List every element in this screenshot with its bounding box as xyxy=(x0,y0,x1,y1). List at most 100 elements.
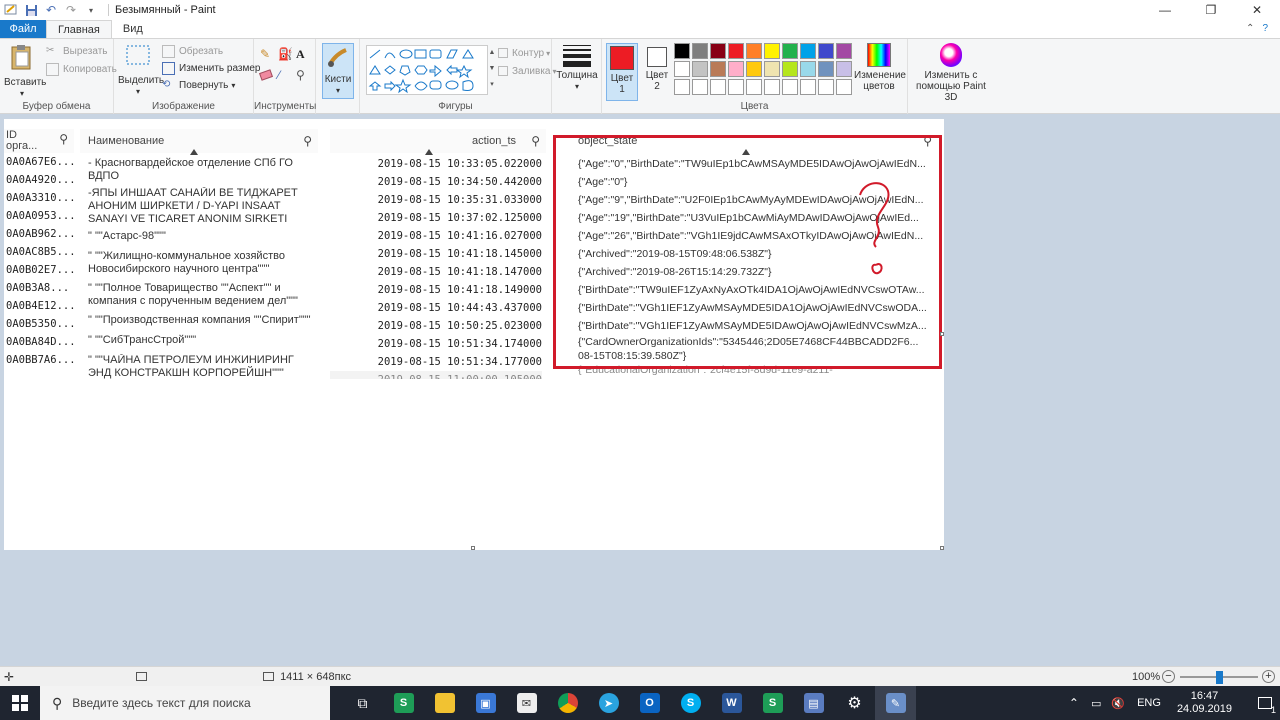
brushes-button[interactable]: Кисти ▾ xyxy=(322,43,354,99)
color-picker-icon[interactable]: ⁄ xyxy=(278,68,296,82)
search-icon[interactable]: ⚲ xyxy=(923,134,932,148)
palette-swatch[interactable] xyxy=(692,43,708,59)
cut-button[interactable]: ✂ Вырезать xyxy=(46,43,107,59)
palette-swatch[interactable] xyxy=(710,43,726,59)
clock[interactable]: 16:47 24.09.2019 xyxy=(1177,690,1232,716)
taskbar-app-mail[interactable]: ✉ xyxy=(506,686,547,720)
start-button[interactable] xyxy=(0,686,40,720)
tab-view[interactable]: Вид xyxy=(112,20,154,38)
zoom-out-button[interactable]: − xyxy=(1162,670,1175,683)
taskbar-app-paint[interactable]: ✎ xyxy=(875,686,916,720)
taskbar-app-skype[interactable]: S xyxy=(670,686,711,720)
palette-swatch[interactable] xyxy=(818,43,834,59)
taskbar-app-remote[interactable]: ▤ xyxy=(793,686,834,720)
color2-button[interactable]: Цвет 2 xyxy=(642,43,672,92)
taskbar-app-explorer[interactable] xyxy=(424,686,465,720)
header-name[interactable]: Наименование ⚲ xyxy=(80,129,318,155)
taskbar-app-sheets-2[interactable]: S xyxy=(752,686,793,720)
language-indicator[interactable]: ENG xyxy=(1137,697,1161,709)
resize-button[interactable]: Изменить размер xyxy=(162,60,260,76)
canvas-resize-handle[interactable] xyxy=(940,332,944,336)
shapes-scroll[interactable]: ▲ ▼ ▾ xyxy=(488,45,496,95)
customize-dropdown-icon[interactable]: ▾ xyxy=(84,3,98,17)
paint3d-button[interactable]: Изменить с помощью Paint 3D xyxy=(912,43,990,103)
search-icon[interactable]: ⚲ xyxy=(303,134,312,148)
crop-button[interactable]: Обрезать xyxy=(162,43,223,59)
help-icon[interactable]: ? xyxy=(1262,23,1268,34)
taskbar-app-sheets-1[interactable]: S xyxy=(383,686,424,720)
zoom-slider-thumb[interactable] xyxy=(1216,671,1223,684)
canvas-resize-handle[interactable] xyxy=(940,546,944,550)
size-button[interactable]: Толщина ▾ xyxy=(556,43,598,92)
pencil-icon[interactable]: ✎ xyxy=(260,47,278,62)
palette-swatch[interactable] xyxy=(674,79,690,95)
canvas-resize-handle[interactable] xyxy=(471,546,475,550)
shapes-gallery[interactable] xyxy=(366,45,488,95)
task-view-button[interactable]: ⧉ xyxy=(342,686,383,720)
close-button[interactable]: ✕ xyxy=(1234,0,1280,20)
taskbar-app-outlook[interactable]: O xyxy=(629,686,670,720)
text-icon[interactable]: A xyxy=(296,47,314,62)
palette-swatch[interactable] xyxy=(836,79,852,95)
color1-button[interactable]: Цвет 1 xyxy=(606,43,638,101)
minimize-button[interactable]: — xyxy=(1142,0,1188,20)
palette-swatch[interactable] xyxy=(746,61,762,77)
save-icon[interactable] xyxy=(24,3,38,17)
palette-swatch[interactable] xyxy=(692,61,708,77)
palette-swatch[interactable] xyxy=(782,79,798,95)
fill-bucket-icon[interactable]: ⛽ xyxy=(278,47,296,62)
tray-expand-icon[interactable]: ⌃ xyxy=(1069,696,1079,710)
notifications-button[interactable]: 1 xyxy=(1250,686,1280,720)
palette-swatch[interactable] xyxy=(764,79,780,95)
volume-muted-icon[interactable]: 🔇 xyxy=(1111,697,1125,710)
palette-swatch[interactable] xyxy=(692,79,708,95)
palette-swatch[interactable] xyxy=(782,43,798,59)
palette-swatch[interactable] xyxy=(746,43,762,59)
canvas[interactable]: ID орга... ⚲ Наименование ⚲ action_ts ⚲ … xyxy=(4,119,944,550)
palette-swatch[interactable] xyxy=(836,61,852,77)
rotate-button[interactable]: ⟲ Повернуть ▾ xyxy=(162,77,235,93)
network-icon[interactable]: ▭ xyxy=(1091,697,1101,710)
edit-colors-button[interactable]: Изменение цветов xyxy=(854,43,906,92)
taskbar-search[interactable]: ⚲ Введите здесь текст для поиска xyxy=(40,686,330,720)
paste-button[interactable]: Вставить ▾ xyxy=(4,43,46,99)
tab-home[interactable]: Главная xyxy=(46,20,112,38)
palette-swatch[interactable] xyxy=(710,79,726,95)
palette-swatch[interactable] xyxy=(818,61,834,77)
search-icon[interactable]: ⚲ xyxy=(531,134,540,148)
palette-swatch[interactable] xyxy=(728,79,744,95)
magnifier-icon[interactable]: ⚲ xyxy=(296,68,314,82)
taskbar-app-settings[interactable]: ⚙ xyxy=(834,686,875,720)
eraser-icon[interactable] xyxy=(258,68,278,82)
maximize-button[interactable]: ❐ xyxy=(1188,0,1234,20)
select-button[interactable]: Выделить ▾ xyxy=(118,43,164,97)
header-action-ts[interactable]: action_ts ⚲ xyxy=(330,129,546,155)
copy-button[interactable]: Копировать xyxy=(46,61,117,77)
palette-swatch[interactable] xyxy=(674,61,690,77)
palette-swatch[interactable] xyxy=(728,61,744,77)
taskbar-app-word[interactable]: W xyxy=(711,686,752,720)
taskbar-app-chrome[interactable] xyxy=(547,686,588,720)
palette-swatch[interactable] xyxy=(800,61,816,77)
collapse-ribbon-icon[interactable]: ⌃ xyxy=(1246,23,1254,34)
palette-swatch[interactable] xyxy=(782,61,798,77)
tab-file[interactable]: Файл xyxy=(0,20,46,38)
palette-swatch[interactable] xyxy=(836,43,852,59)
fill-button[interactable]: Заливка ▾ xyxy=(498,63,557,79)
taskbar-app-telegram[interactable]: ➤ xyxy=(588,686,629,720)
palette-swatch[interactable] xyxy=(710,61,726,77)
zoom-in-button[interactable]: + xyxy=(1262,670,1275,683)
header-id[interactable]: ID орга... ⚲ xyxy=(4,129,74,153)
palette-swatch[interactable] xyxy=(764,61,780,77)
palette-swatch[interactable] xyxy=(818,79,834,95)
palette-swatch[interactable] xyxy=(800,43,816,59)
palette-swatch[interactable] xyxy=(746,79,762,95)
undo-icon[interactable]: ↶ xyxy=(44,3,58,17)
palette-swatch[interactable] xyxy=(728,43,744,59)
redo-icon[interactable]: ↷ xyxy=(64,3,78,17)
search-icon[interactable]: ⚲ xyxy=(59,133,68,145)
taskbar-app-store[interactable]: ▣ xyxy=(465,686,506,720)
palette-swatch[interactable] xyxy=(800,79,816,95)
palette-swatch[interactable] xyxy=(674,43,690,59)
palette-swatch[interactable] xyxy=(764,43,780,59)
